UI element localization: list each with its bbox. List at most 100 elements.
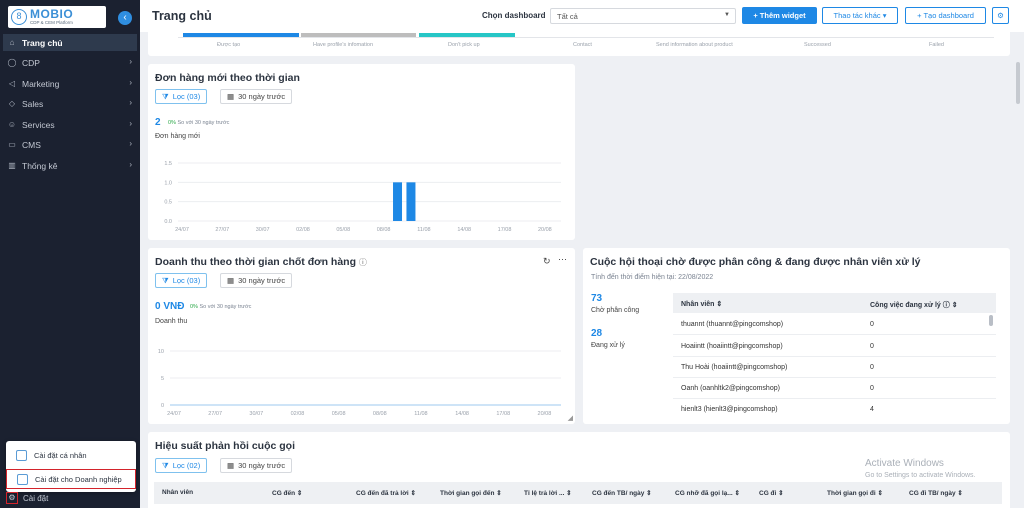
call-filter-button[interactable]: ⧩ Lọc (02) <box>155 458 208 473</box>
revenue-widget-title: Doanh thu theo thời gian chốt đơn hàng ⓘ <box>155 256 367 268</box>
column-header[interactable]: Thời gian gọi đến ⇕ <box>440 489 502 497</box>
filter-icon: ⧩ <box>162 460 169 470</box>
column-header[interactable]: CG đến TB/ ngày ⇕ <box>592 489 652 497</box>
revenue-widget-title-text: Doanh thu theo thời gian chốt đơn hàng <box>155 256 356 268</box>
task-count: 0 <box>870 364 874 371</box>
x-tick-label: 24/07 <box>175 227 189 233</box>
x-tick-label: 05/08 <box>336 227 350 233</box>
chevron-right-icon: › <box>129 139 132 148</box>
revenue-kpi-delta: 0% So với 30 ngày trước <box>190 304 251 310</box>
sidebar-item-cdp[interactable]: ◯ CDP › <box>3 54 137 71</box>
x-tick-label: 11/08 <box>417 227 430 233</box>
y-tick-label: 0 <box>161 403 164 409</box>
x-tick-label: 08/08 <box>377 227 391 233</box>
orders-widget-title: Đơn hàng mới theo thời gian <box>155 72 300 84</box>
column-header-tasks[interactable]: Công việc đang xử lý ⓘ ⇕ <box>870 300 958 310</box>
column-header[interactable]: Thời gian gọi đi ⇕ <box>827 489 883 497</box>
funnel-label: Send information about product <box>656 42 733 48</box>
x-tick-label: 17/08 <box>498 227 512 233</box>
x-tick-label: 24/07 <box>167 411 181 417</box>
collapse-sidebar-icon[interactable]: ‹ <box>118 11 132 25</box>
calendar-icon: ▦ <box>227 92 235 101</box>
orders-widget: Đơn hàng mới theo thời gian ⧩ Lọc (03) ▦… <box>148 64 575 240</box>
column-header[interactable]: CG đi ⇕ <box>759 489 784 497</box>
services-icon: ☺ <box>7 119 17 129</box>
more-options-icon[interactable]: ⋯ <box>558 254 567 265</box>
sidebar-item-label: CDP <box>22 57 40 68</box>
employee-name: Oanh (oanhltk2@pingcomshop) <box>681 385 780 392</box>
mobio-logo[interactable]: 8 MOBIO CDP & CEM Platform <box>8 6 106 28</box>
funnel-label: Don't pick up <box>448 42 480 48</box>
dashboard-select-label: Chọn dashboard <box>482 11 546 20</box>
sidebar-item-services[interactable]: ☺ Services › <box>3 116 137 133</box>
revenue-date-range-button[interactable]: ▦ 30 ngày trước <box>220 273 293 288</box>
call-table-header: Nhân viên CG đến ⇕ CG đến đã trả lời ⇕ T… <box>154 482 1002 504</box>
delta-text: So với 30 ngày trước <box>199 304 252 310</box>
table-scrollbar[interactable] <box>989 315 993 326</box>
orders-filter-button[interactable]: ⧩ Lọc (03) <box>155 89 208 104</box>
business-settings-icon <box>17 473 28 485</box>
orders-date-range-button[interactable]: ▦ 30 ngày trước <box>220 89 293 104</box>
column-header[interactable]: Nhân viên <box>162 489 193 496</box>
filter-icon: ⧩ <box>162 275 169 285</box>
call-widget-title: Hiệu suất phản hồi cuộc gọi <box>155 440 296 452</box>
employee-name: Thu Hoài (hoaiintt@pingcomshop) <box>681 364 788 371</box>
column-header[interactable]: CG đến đã trả lời ⇕ <box>356 489 416 497</box>
create-dashboard-button[interactable]: + Tạo dashboard <box>905 7 986 24</box>
delta-percent: 0% <box>190 304 198 310</box>
column-header[interactable]: CG đi TB/ ngày ⇕ <box>909 489 963 497</box>
chevron-right-icon: › <box>129 57 132 66</box>
sidebar-item-marketing[interactable]: ◁ Marketing › <box>3 75 137 92</box>
gear-icon: ⚙ <box>6 492 18 504</box>
x-tick-label: 14/08 <box>457 227 471 233</box>
column-header[interactable]: CG nhỡ đã gọi lạ... ⇕ <box>675 489 740 497</box>
y-tick-label: 5 <box>161 376 164 382</box>
chevron-right-icon: › <box>129 78 132 87</box>
sidebar-item-label: CMS <box>22 139 41 150</box>
funnel-label: Contact <box>573 42 592 48</box>
page-title: Trang chủ <box>152 9 212 23</box>
resize-handle-icon[interactable]: ◢ <box>568 414 573 422</box>
revenue-widget: Doanh thu theo thời gian chốt đơn hàng ⓘ… <box>148 248 575 424</box>
x-tick-label: 30/07 <box>249 411 263 417</box>
sidebar-item-sales[interactable]: ◇ Sales › <box>3 95 137 112</box>
x-tick-label: 02/08 <box>296 227 310 233</box>
revenue-filter-label: Lọc (03) <box>172 276 201 285</box>
sidebar-item-label: Marketing <box>22 78 60 89</box>
x-tick-label: 11/08 <box>414 411 427 417</box>
processing-count: 28 <box>591 328 603 339</box>
dashboard-select[interactable]: Tất cả ▼ <box>550 8 736 24</box>
sidebar-item-settings[interactable]: ⚙ Cài đặt <box>3 490 137 506</box>
call-date-range-button[interactable]: ▦ 30 ngày trước <box>220 458 293 473</box>
revenue-kpi-label: Doanh thu <box>155 318 188 325</box>
waiting-count: 73 <box>591 293 603 304</box>
column-header[interactable]: CG đến ⇕ <box>272 489 302 497</box>
other-actions-button[interactable]: Thao tác khác ▾ <box>822 7 898 24</box>
page-scrollbar[interactable] <box>1016 62 1020 104</box>
business-settings-item[interactable]: Cài đặt cho Doanh nghiệp <box>6 469 136 489</box>
revenue-kpi-value: 0 VNĐ <box>155 301 185 312</box>
sidebar-item-statistics[interactable]: ▥ Thống kê › <box>3 157 137 174</box>
sidebar-item-cms[interactable]: ▭ CMS › <box>3 136 137 153</box>
dashboard-settings-gear-icon[interactable]: ⚙ <box>992 7 1009 24</box>
activation-watermark-text: Go to Settings to activate Windows. <box>865 472 976 479</box>
column-header-employee[interactable]: Nhân viên ⇕ <box>681 300 722 308</box>
chart-icon: ▥ <box>8 160 16 170</box>
help-icon[interactable]: ⓘ <box>359 258 367 267</box>
settings-popup-menu: Cài đặt cá nhân Cài đặt cho Doanh nghiệp <box>6 441 136 492</box>
calendar-icon: ▦ <box>227 276 235 285</box>
delta-percent: 0% <box>168 120 176 126</box>
revenue-filter-button[interactable]: ⧩ Lọc (03) <box>155 273 208 288</box>
y-tick-label: 0.5 <box>164 200 172 206</box>
refresh-icon[interactable]: ↻ <box>543 256 551 267</box>
add-widget-button[interactable]: + Thêm widget <box>742 7 817 24</box>
sidebar-item-home[interactable]: ⌂ Trang chủ <box>3 34 137 51</box>
sidebar-item-label: Thống kê <box>22 160 58 171</box>
top-header: Trang chủ Chọn dashboard Tất cả ▼ + Thêm… <box>140 0 1024 32</box>
personal-settings-item[interactable]: Cài đặt cá nhân <box>6 445 136 465</box>
orders-kpi-value: 2 <box>155 117 161 128</box>
y-tick-label: 10 <box>158 349 164 355</box>
chevron-right-icon: › <box>129 119 132 128</box>
x-tick-label: 02/08 <box>291 411 305 417</box>
column-header[interactable]: Tỉ lệ trả lời ... ⇕ <box>524 489 572 497</box>
